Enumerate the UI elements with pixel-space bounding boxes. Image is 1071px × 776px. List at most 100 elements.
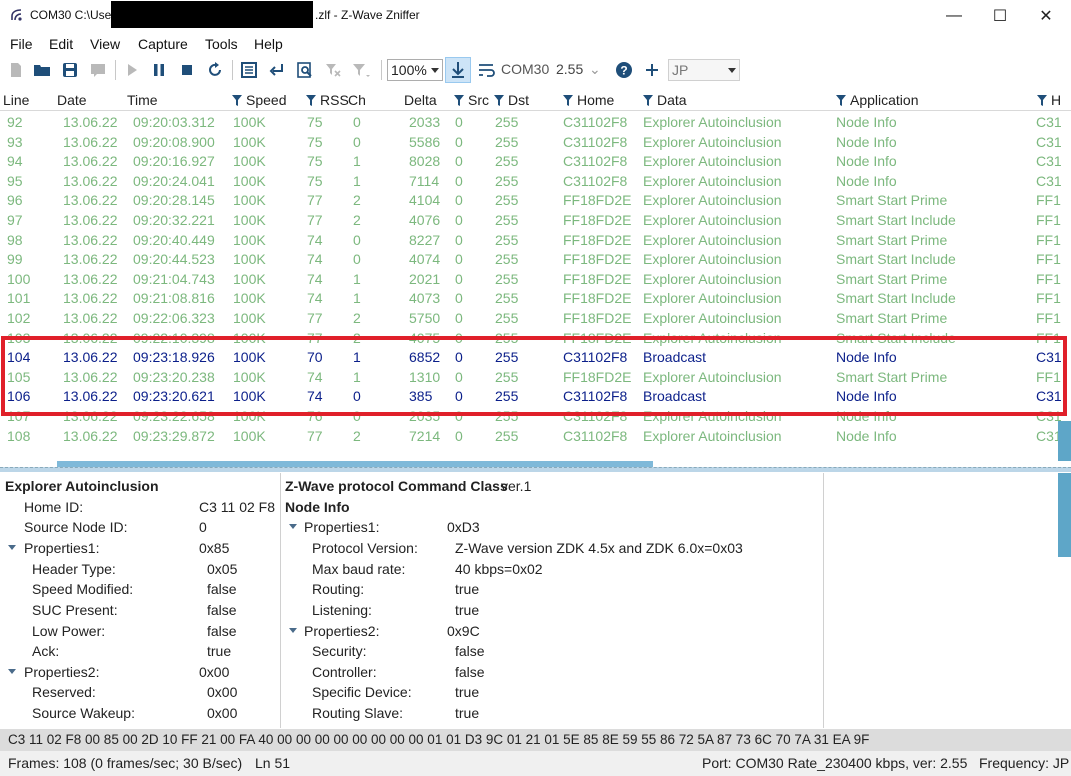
maximize-button[interactable]: ☐: [977, 0, 1023, 31]
cell-delta: 4104: [409, 192, 441, 209]
minimize-button[interactable]: —: [931, 0, 977, 31]
cell-date: 13.06.22: [63, 290, 118, 307]
expand-icon[interactable]: [8, 545, 16, 550]
cell-speed: 100K: [233, 251, 266, 268]
wrap-icon[interactable]: [476, 59, 498, 81]
toolbar-separator: [381, 60, 382, 80]
detail-vertical-scrollbar[interactable]: [1058, 473, 1071, 557]
pause-icon[interactable]: [148, 59, 170, 81]
zoom-select[interactable]: 100%: [387, 59, 443, 81]
header-speed[interactable]: Speed: [232, 92, 286, 108]
header-application[interactable]: Application: [836, 92, 919, 108]
cell-dst: 255: [495, 192, 519, 209]
pane-divider[interactable]: [823, 473, 824, 728]
header-dst[interactable]: Dst: [494, 92, 529, 108]
header-h[interactable]: H: [1037, 92, 1061, 108]
port-label: COM30: [501, 61, 550, 77]
cell-dst: 255: [495, 133, 519, 150]
header-home[interactable]: Home: [563, 92, 614, 108]
frequency-select[interactable]: JP: [668, 59, 740, 81]
header-date[interactable]: Date: [57, 92, 87, 108]
pane-divider[interactable]: [280, 473, 281, 728]
add-icon[interactable]: [641, 59, 663, 81]
cell-date: 13.06.22: [63, 212, 118, 228]
menu-view[interactable]: View: [90, 36, 120, 52]
header-ch[interactable]: Ch: [348, 92, 366, 108]
cell-src: 0: [455, 172, 463, 189]
table-row[interactable]: 96 13.06.22 09:20:28.145 100K 77 2 4104 0 255 FF1…: [0, 190, 1061, 210]
table-row[interactable]: 92 13.06.22 09:20:03.312 100K 75 0 2033 0 255 C31…: [0, 112, 1062, 132]
header-src[interactable]: Src: [454, 92, 489, 108]
clear-filter-icon[interactable]: [322, 59, 344, 81]
cell-app: Smart Start Prime: [836, 270, 948, 287]
detail-value: false: [207, 602, 237, 618]
table-row[interactable]: 98 13.06.22 09:20:40.449 100K 74 0 8227 0 255 FF1…: [0, 230, 1061, 250]
expand-icon[interactable]: [289, 628, 297, 633]
list-icon[interactable]: [238, 59, 260, 81]
menu-bar: File Edit View Capture Tools Help: [0, 32, 1071, 56]
cell-time: 09:20:32.221: [133, 212, 215, 228]
table-row[interactable]: 99 13.06.22 09:20:44.523 100K 74 0 4074 0 255 FF1…: [0, 249, 1061, 269]
detail-label: Header Type:: [32, 561, 116, 577]
detail-label: Home ID:: [24, 499, 84, 515]
menu-tools[interactable]: Tools: [205, 36, 238, 52]
cell-data: Explorer Autoinclusion: [643, 172, 782, 189]
detail-value: 0x00: [199, 664, 230, 680]
table-row[interactable]: 95 13.06.22 09:20:24.041 100K 75 1 7114 0 255 C31…: [0, 171, 1062, 191]
header-data[interactable]: Data: [643, 92, 687, 108]
detail-label: Source Node ID:: [24, 519, 128, 535]
vertical-scrollbar[interactable]: [1058, 421, 1071, 461]
filter-icon: [454, 95, 464, 106]
status-frequency: Frequency: JP: [979, 755, 1070, 771]
new-file-icon[interactable]: [5, 59, 27, 81]
comment-icon[interactable]: [87, 59, 109, 81]
cell-app: Smart Start Prime: [836, 231, 948, 248]
cell-delta: 5586: [409, 133, 441, 150]
filter-icon[interactable]: [350, 59, 372, 81]
header-line[interactable]: Line: [3, 92, 29, 108]
cell-date: 13.06.22: [63, 172, 118, 189]
table-row[interactable]: 93 13.06.22 09:20:08.900 100K 75 0 5586 0 255 C31…: [0, 132, 1062, 152]
find-icon[interactable]: [294, 59, 316, 81]
cell-line: 98: [7, 231, 23, 248]
play-icon[interactable]: [121, 59, 143, 81]
header-delta[interactable]: Delta: [404, 92, 437, 108]
stop-icon[interactable]: [176, 59, 198, 81]
menu-capture[interactable]: Capture: [138, 36, 188, 52]
close-button[interactable]: ✕: [1023, 0, 1069, 31]
table-row[interactable]: 102 13.06.22 09:22:06.323 100K 77 2 5750 0 255 FF…: [0, 308, 1061, 328]
cell-speed: 100K: [233, 290, 266, 307]
header-rss[interactable]: RSS: [306, 92, 349, 108]
cell-home: FF18FD2E: [563, 251, 632, 268]
header-time[interactable]: Time: [127, 92, 158, 108]
restart-icon[interactable]: [204, 59, 226, 81]
right-pane-subtitle: Node Info: [285, 499, 350, 515]
command-class-version: ver.1: [501, 478, 532, 494]
table-row[interactable]: 108 13.06.22 09:23:29.872 100K 77 2 7214 0 255 C3…: [0, 426, 1062, 446]
expand-icon[interactable]: [8, 669, 16, 674]
table-row[interactable]: 94 13.06.22 09:20:16.927 100K 75 1 8028 0 255 C31…: [0, 151, 1062, 171]
pane-splitter[interactable]: [0, 467, 1071, 472]
download-icon[interactable]: [445, 57, 471, 83]
version-dropdown-icon[interactable]: ⌄: [589, 61, 601, 78]
table-row[interactable]: 100 13.06.22 09:21:04.743 100K 74 1 2021 0 255 FF…: [0, 269, 1061, 289]
cell-home: FF18FD2E: [563, 192, 632, 209]
cell-h: FF1: [1036, 310, 1061, 326]
detail-value: false: [207, 581, 237, 597]
cell-home: C31102F8: [563, 427, 628, 444]
return-icon[interactable]: [266, 59, 288, 81]
cell-rss: 75: [307, 133, 323, 150]
help-icon[interactable]: ?: [613, 59, 635, 81]
open-folder-icon[interactable]: [31, 59, 53, 81]
table-row[interactable]: 97 13.06.22 09:20:32.221 100K 77 2 4076 0 255 FF1…: [0, 210, 1061, 230]
cell-src: 0: [455, 153, 463, 170]
expand-icon[interactable]: [289, 524, 297, 529]
table-row[interactable]: 101 13.06.22 09:21:08.816 100K 74 1 4073 0 255 FF…: [0, 288, 1061, 308]
menu-help[interactable]: Help: [254, 36, 283, 52]
menu-edit[interactable]: Edit: [49, 36, 73, 52]
detail-label: Specific Device:: [312, 684, 412, 700]
cell-dst: 255: [495, 251, 519, 268]
menu-file[interactable]: File: [10, 36, 33, 52]
save-icon[interactable]: [59, 59, 81, 81]
detail-value: Z-Wave version ZDK 4.5x and ZDK 6.0x=0x0…: [455, 540, 743, 556]
